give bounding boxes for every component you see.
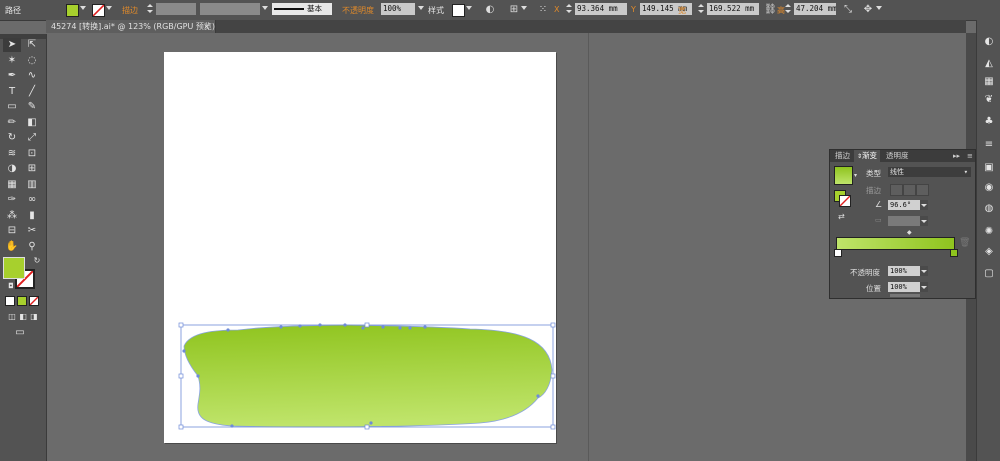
angle-icon: ∠ bbox=[875, 200, 883, 209]
color-icon[interactable]: ◐ bbox=[981, 35, 997, 49]
resize-handle[interactable] bbox=[364, 424, 370, 430]
none-slash-icon bbox=[840, 196, 850, 206]
resize-handle[interactable] bbox=[550, 322, 556, 328]
brushes-icon[interactable]: ❦ bbox=[981, 93, 997, 107]
location-label: 位置 bbox=[866, 284, 881, 293]
aspect-ratio-field bbox=[888, 216, 920, 226]
resize-handle[interactable] bbox=[550, 373, 556, 379]
anchor-point[interactable] bbox=[381, 325, 385, 329]
anchor-point[interactable] bbox=[361, 326, 365, 330]
resize-handle[interactable] bbox=[178, 424, 184, 430]
resize-handle[interactable] bbox=[550, 424, 556, 430]
gradient-icon[interactable]: ▣ bbox=[981, 161, 997, 175]
gradient-preview-swatch[interactable] bbox=[834, 166, 853, 185]
gradient-stop-left[interactable] bbox=[834, 249, 842, 257]
resize-handle[interactable] bbox=[178, 322, 184, 328]
gradient-type-select[interactable]: 线性 ▾ bbox=[888, 167, 971, 177]
layers-icon[interactable]: ◈ bbox=[981, 245, 997, 259]
chevron-down-icon: ▾ bbox=[963, 168, 968, 176]
gradient-panel: 描边 ⇕渐变 透明度 ▸▸ ≡ ▾ 类型 线性 ▾ 描边 ∠ 96.6° ⇄ ▭… bbox=[829, 149, 976, 299]
stop-opacity-dropdown-icon[interactable] bbox=[920, 266, 928, 276]
stroke-gradient-within-button[interactable] bbox=[890, 184, 903, 196]
angle-field[interactable]: 96.6° bbox=[888, 200, 920, 210]
anchor-point[interactable] bbox=[182, 349, 186, 353]
type-label: 类型 bbox=[866, 169, 881, 178]
aspect-ratio-dropdown-icon bbox=[920, 216, 928, 226]
panel-resize-handle[interactable] bbox=[890, 294, 920, 297]
stroke-gradient-along-button[interactable] bbox=[903, 184, 916, 196]
resize-handle[interactable] bbox=[178, 373, 184, 379]
tab-gradient-label: 渐变 bbox=[862, 151, 878, 160]
tab-transparency[interactable]: 透明度 bbox=[883, 150, 912, 162]
angle-dropdown-icon[interactable] bbox=[920, 200, 928, 210]
stop-location-dropdown-icon[interactable] bbox=[920, 282, 928, 292]
tab-stroke[interactable]: 描边 bbox=[832, 150, 853, 162]
panel-tab-strip: 描边 ⇕渐变 透明度 ▸▸ ≡ bbox=[830, 150, 975, 162]
stroke-mini-swatch[interactable] bbox=[839, 195, 851, 207]
reverse-gradient-icon[interactable]: ⇄ bbox=[838, 212, 845, 221]
graphic-styles-icon[interactable]: ✺ bbox=[981, 225, 997, 239]
anchor-point[interactable] bbox=[423, 325, 427, 329]
gradient-stop-right[interactable] bbox=[950, 249, 958, 257]
anchor-point[interactable] bbox=[343, 323, 347, 327]
appearance-icon[interactable]: ◍ bbox=[981, 202, 997, 216]
artboards-icon[interactable]: ▢ bbox=[981, 267, 997, 281]
gradient-slider[interactable] bbox=[836, 237, 955, 250]
symbols-icon[interactable]: ♣ bbox=[981, 115, 997, 129]
stop-location-field[interactable]: 100% bbox=[888, 282, 920, 292]
stroke-icon[interactable]: ≡ bbox=[981, 138, 997, 152]
stroke-gradient-label: 描边 bbox=[866, 186, 881, 195]
anchor-point[interactable] bbox=[536, 394, 540, 398]
color-guide-icon[interactable]: ◭ bbox=[981, 57, 997, 71]
midpoint-diamond-icon[interactable]: ◆ bbox=[907, 229, 912, 236]
collapse-panel-icon[interactable]: ▸▸ bbox=[950, 150, 963, 162]
anchor-point[interactable] bbox=[318, 323, 322, 327]
tab-gradient[interactable]: ⇕渐变 bbox=[854, 150, 881, 162]
stroke-gradient-across-button[interactable] bbox=[916, 184, 929, 196]
stop-opacity-field[interactable]: 100% bbox=[888, 266, 920, 276]
resize-handle[interactable] bbox=[364, 322, 370, 328]
green-blob-shape[interactable] bbox=[183, 324, 553, 428]
anchor-point[interactable] bbox=[398, 326, 402, 330]
anchor-point[interactable] bbox=[408, 326, 412, 330]
fill-color-box[interactable] bbox=[3, 257, 25, 279]
gradient-type-value: 线性 bbox=[890, 168, 904, 176]
trash-icon: 🗑 bbox=[959, 238, 971, 248]
transparency-icon[interactable]: ◉ bbox=[981, 181, 997, 195]
panel-menu-icon[interactable]: ≡ bbox=[964, 150, 976, 162]
anchor-point[interactable] bbox=[230, 424, 234, 428]
gradient-preset-dropdown-icon[interactable]: ▾ bbox=[854, 172, 857, 179]
anchor-point[interactable] bbox=[369, 421, 373, 425]
aspect-ratio-icon: ▭ bbox=[875, 216, 882, 224]
swatches-icon[interactable]: ▦ bbox=[981, 75, 997, 89]
opacity-label: 不透明度 bbox=[850, 268, 880, 277]
anchor-point[interactable] bbox=[226, 328, 230, 332]
panel-dock: ◐ ◭ ▦ ❦ ♣ ≡ ▣ ◉ ◍ ✺ ◈ ▢ bbox=[976, 20, 1000, 461]
anchor-point[interactable] bbox=[279, 325, 283, 329]
anchor-point[interactable] bbox=[196, 374, 200, 378]
anchor-point[interactable] bbox=[298, 324, 302, 328]
